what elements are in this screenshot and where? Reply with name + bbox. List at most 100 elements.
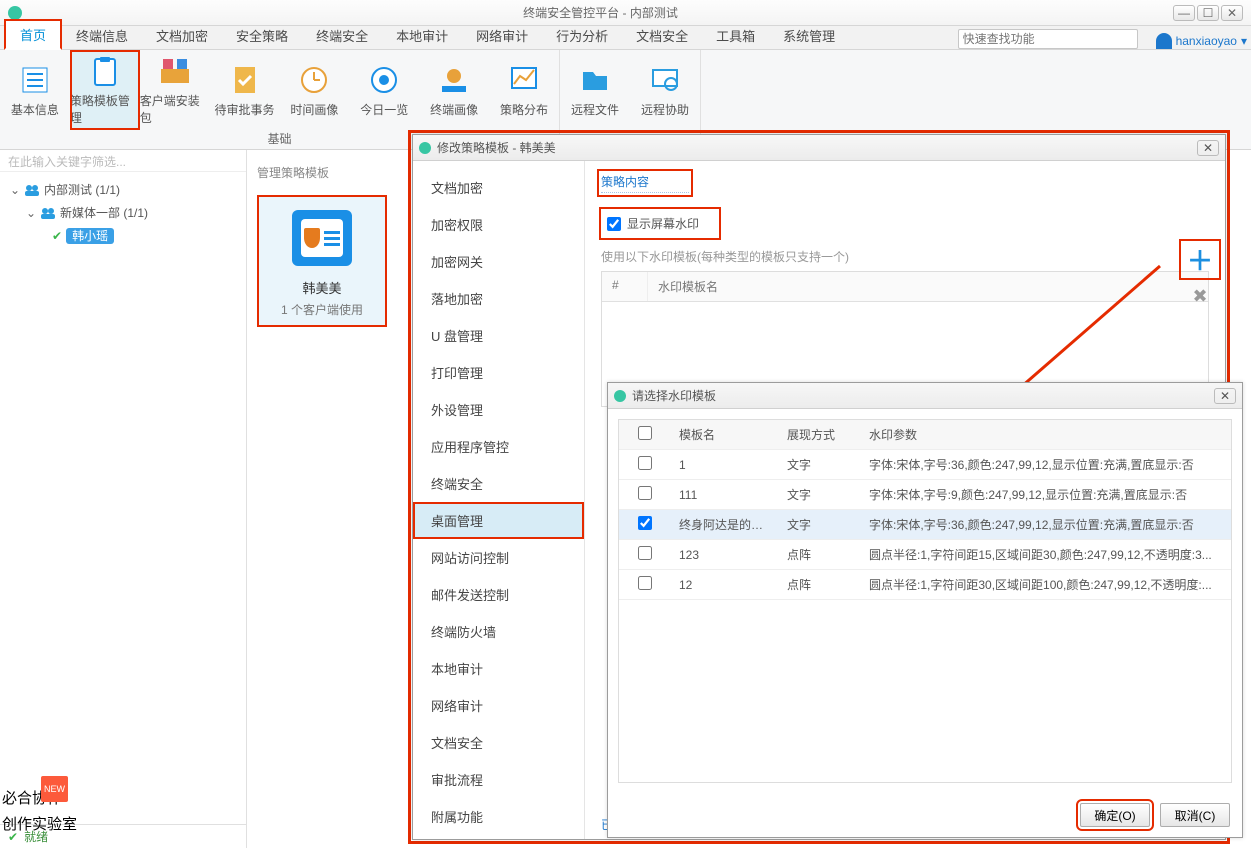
group-icon bbox=[40, 206, 56, 220]
side-nav-item[interactable]: 加密权限 bbox=[413, 206, 584, 243]
dialog-title: 修改策略模板 - 韩美美 bbox=[437, 139, 1191, 156]
tab-tools[interactable]: 工具箱 bbox=[702, 22, 769, 49]
tree-node-dept[interactable]: ⌄ 新媒体一部 (1/1) bbox=[4, 201, 242, 224]
footer-text: 必合协作NEW 创作实验室 bbox=[2, 786, 77, 838]
ok-button[interactable]: 确定(O) bbox=[1080, 803, 1150, 827]
clipboard-icon bbox=[88, 54, 122, 88]
tree-node-root[interactable]: ⌄ 内部测试 (1/1) bbox=[4, 178, 242, 201]
row-checkbox[interactable] bbox=[638, 486, 652, 500]
side-nav-item[interactable]: 网络审计 bbox=[413, 687, 584, 724]
grid-row[interactable]: 终身阿达是的有...文字字体:宋体,字号:36,颜色:247,99,12,显示位… bbox=[619, 510, 1231, 540]
folder-icon bbox=[578, 63, 612, 97]
side-nav-item[interactable]: 网站访问控制 bbox=[413, 539, 584, 576]
wm-col-index: # bbox=[602, 272, 648, 301]
side-nav-item[interactable]: 文档加密 bbox=[413, 169, 584, 206]
tab-local-audit[interactable]: 本地审计 bbox=[382, 22, 462, 49]
tab-network-audit[interactable]: 网络审计 bbox=[462, 22, 542, 49]
window-title: 终端安全管控平台 - 内部测试 bbox=[28, 4, 1173, 21]
row-checkbox[interactable] bbox=[638, 516, 652, 530]
ribbon-label: 待审批事务 bbox=[215, 101, 275, 118]
side-nav-item[interactable]: 打印管理 bbox=[413, 354, 584, 391]
magnify-monitor-icon bbox=[648, 63, 682, 97]
tab-system-management[interactable]: 系统管理 bbox=[769, 22, 849, 49]
cell-mode: 文字 bbox=[779, 480, 861, 509]
cell-name: 12 bbox=[671, 572, 779, 598]
side-nav-item[interactable]: U 盘管理 bbox=[413, 317, 584, 354]
row-checkbox[interactable] bbox=[638, 546, 652, 560]
cell-params: 字体:宋体,字号:9,颜色:247,99,12,显示位置:充满,置底显示:否 bbox=[861, 480, 1231, 509]
ribbon-label: 远程协助 bbox=[641, 101, 689, 118]
close-button[interactable]: ✕ bbox=[1221, 5, 1243, 21]
chevron-down-icon: ▾ bbox=[1241, 34, 1247, 48]
remove-watermark-button[interactable]: ✖ bbox=[1192, 286, 1207, 307]
dialog-titlebar[interactable]: 修改策略模板 - 韩美美 ✕ bbox=[413, 135, 1225, 161]
ribbon-client-installer[interactable]: 客户端安装包 bbox=[140, 50, 210, 130]
cell-mode: 点阵 bbox=[779, 570, 861, 599]
list-icon bbox=[18, 63, 52, 97]
dialog-close-button[interactable]: ✕ bbox=[1214, 388, 1236, 404]
side-nav-item[interactable]: 桌面管理 bbox=[413, 502, 584, 539]
select-all-checkbox[interactable] bbox=[638, 426, 652, 440]
group-icon bbox=[24, 183, 40, 197]
ribbon-time-portrait[interactable]: 时间画像 bbox=[280, 50, 350, 130]
ribbon-remote-assist[interactable]: 远程协助 bbox=[630, 50, 700, 130]
ribbon-policy-distribution[interactable]: 策略分布 bbox=[489, 50, 559, 130]
maximize-button[interactable]: ☐ bbox=[1197, 5, 1219, 21]
side-nav-item[interactable]: 终端防火墙 bbox=[413, 613, 584, 650]
row-checkbox[interactable] bbox=[638, 456, 652, 470]
tab-doc-encrypt[interactable]: 文档加密 bbox=[142, 22, 222, 49]
grid-row[interactable]: 111文字字体:宋体,字号:9,颜色:247,99,12,显示位置:充满,置底显… bbox=[619, 480, 1231, 510]
ribbon-remote-file[interactable]: 远程文件 bbox=[560, 50, 630, 130]
cell-name: 终身阿达是的有... bbox=[671, 510, 779, 539]
minimize-button[interactable]: — bbox=[1173, 5, 1195, 21]
grid-row[interactable]: 123点阵圆点半径:1,字符间距15,区域间距30,颜色:247,99,12,不… bbox=[619, 540, 1231, 570]
side-nav-item[interactable]: 外设管理 bbox=[413, 391, 584, 428]
ribbon-today[interactable]: 今日一览 bbox=[349, 50, 419, 130]
cancel-button[interactable]: 取消(C) bbox=[1160, 803, 1230, 827]
app-logo-icon bbox=[419, 142, 431, 154]
side-nav-item[interactable]: 审批流程 bbox=[413, 761, 584, 798]
side-nav-item[interactable]: 终端安全 bbox=[413, 465, 584, 502]
tab-security-policy[interactable]: 安全策略 bbox=[222, 22, 302, 49]
dialog-close-button[interactable]: ✕ bbox=[1197, 140, 1219, 156]
side-nav-item[interactable]: 本地审计 bbox=[413, 650, 584, 687]
tree-filter-input[interactable]: 在此输入关键字筛选... bbox=[0, 150, 246, 172]
row-checkbox[interactable] bbox=[638, 576, 652, 590]
tab-behavior-analysis[interactable]: 行为分析 bbox=[542, 22, 622, 49]
section-title: 策略内容 bbox=[601, 173, 689, 193]
template-card-usage: 1 个客户端使用 bbox=[281, 301, 363, 318]
tree-node-user[interactable]: ✔ 韩小瑶 bbox=[4, 224, 242, 247]
col-template-name: 模板名 bbox=[671, 420, 779, 449]
side-nav-item[interactable]: 应用程序管控 bbox=[413, 428, 584, 465]
template-card-name: 韩美美 bbox=[302, 278, 341, 297]
side-nav-item[interactable]: 加密网关 bbox=[413, 243, 584, 280]
ribbon-approval-tasks[interactable]: 待审批事务 bbox=[210, 50, 280, 130]
user-icon bbox=[1156, 33, 1172, 49]
side-nav-item[interactable]: 落地加密 bbox=[413, 280, 584, 317]
search-input[interactable] bbox=[958, 29, 1138, 49]
grid-row[interactable]: 12点阵圆点半径:1,字符间距30,区域间距100,颜色:247,99,12,不… bbox=[619, 570, 1231, 600]
ribbon-basic-info[interactable]: 基本信息 bbox=[0, 50, 70, 130]
ribbon-policy-template-mgmt[interactable]: 策略模板管理 bbox=[70, 50, 140, 130]
tab-terminal-security[interactable]: 终端安全 bbox=[302, 22, 382, 49]
boxes-icon bbox=[158, 54, 192, 88]
side-nav-item[interactable]: 附属功能 bbox=[413, 798, 584, 835]
cell-params: 圆点半径:1,字符间距30,区域间距100,颜色:247,99,12,不透明度:… bbox=[861, 570, 1231, 599]
chevron-down-icon: ⌄ bbox=[10, 183, 20, 197]
grid-row[interactable]: 1文字字体:宋体,字号:36,颜色:247,99,12,显示位置:充满,置底显示… bbox=[619, 450, 1231, 480]
ribbon-terminal-portrait[interactable]: 终端画像 bbox=[419, 50, 489, 130]
tab-doc-security[interactable]: 文档安全 bbox=[622, 22, 702, 49]
show-watermark-checkbox[interactable] bbox=[607, 217, 621, 231]
template-card-icon bbox=[292, 210, 352, 266]
watermark-hint: 使用以下水印模板(每种类型的模板只支持一个) bbox=[601, 248, 1209, 265]
ribbon-label: 远程文件 bbox=[571, 101, 619, 118]
add-watermark-button[interactable]: ＋ bbox=[1181, 241, 1219, 278]
tab-home[interactable]: 首页 bbox=[4, 19, 62, 50]
template-card[interactable]: 韩美美 1 个客户端使用 bbox=[257, 195, 387, 327]
dialog-titlebar[interactable]: 请选择水印模板 ✕ bbox=[608, 383, 1242, 409]
side-nav-item[interactable]: 文档安全 bbox=[413, 724, 584, 761]
tab-terminal-info[interactable]: 终端信息 bbox=[62, 22, 142, 49]
cell-name: 1 bbox=[671, 452, 779, 478]
side-nav-item[interactable]: 邮件发送控制 bbox=[413, 576, 584, 613]
user-menu[interactable]: hanxiaoyao ▾ bbox=[1156, 33, 1247, 49]
